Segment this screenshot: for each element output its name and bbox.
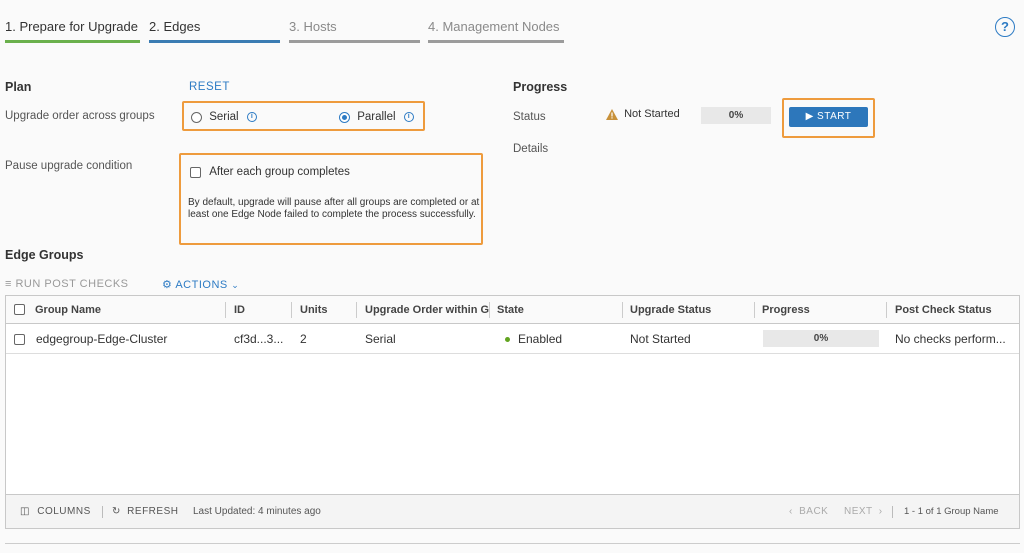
pause-condition-label: Pause upgrade condition — [5, 160, 133, 172]
actions-label: ACTIONS — [175, 279, 228, 291]
group-id: cf3d...3... — [234, 332, 284, 346]
info-icon[interactable]: i — [403, 112, 414, 122]
column-header-group-name[interactable]: Group Name — [27, 296, 222, 324]
enabled-status-dot — [505, 337, 510, 343]
column-header-units[interactable]: Units — [292, 296, 354, 324]
next-button[interactable]: NEXT › — [844, 495, 883, 529]
actions-menu[interactable]: ⚙ ACTIONS ⌄ — [162, 278, 239, 291]
column-header-post-check-status[interactable]: Post Check Status — [887, 296, 1017, 324]
chevron-right-icon: › — [878, 506, 883, 517]
columns-toggle-button[interactable]: ◫ COLUMNS — [20, 495, 91, 529]
help-icon[interactable]: ? — [995, 17, 1015, 37]
step-progress-bar — [149, 40, 280, 43]
step-hosts[interactable]: 3. Hosts — [289, 19, 420, 43]
bottom-divider — [5, 543, 1020, 544]
group-name-link[interactable]: edgegroup-Edge-Cluster — [28, 324, 223, 354]
parallel-radio[interactable] — [339, 111, 350, 123]
state-text: Enabled — [518, 332, 563, 346]
run-post-checks-label: RUN POST CHECKS — [15, 278, 129, 290]
overall-progress-bar: 0% — [701, 107, 771, 124]
next-label: NEXT — [844, 506, 873, 517]
edge-groups-table: Group Name ID Units Upgrade Order within… — [5, 295, 1020, 529]
chevron-down-icon: ⌄ — [231, 280, 240, 290]
step-progress-bar — [428, 40, 564, 43]
group-upgrade-status: Not Started — [630, 332, 691, 346]
pause-condition-box: After each group completes By default, u… — [179, 153, 483, 245]
status-label: Status — [513, 111, 546, 123]
step-management-nodes[interactable]: 4. Management Nodes — [428, 19, 564, 43]
info-icon[interactable]: i — [246, 112, 257, 122]
serial-label: Serial — [209, 111, 239, 123]
serial-radio[interactable] — [191, 111, 202, 123]
gear-icon: ⚙ — [162, 279, 173, 291]
column-header-state[interactable]: State — [489, 296, 621, 324]
start-button-highlight: ▶ START — [782, 98, 875, 138]
refresh-button[interactable]: ↻ REFRESH — [112, 495, 178, 529]
step-progress-bar — [289, 40, 420, 43]
progress-title: Progress — [513, 80, 568, 94]
column-header-upgrade-status[interactable]: Upgrade Status — [622, 296, 754, 324]
step-progress-bar — [5, 40, 140, 43]
column-header-progress[interactable]: Progress — [754, 296, 886, 324]
pause-after-group-option[interactable]: After each group completes — [190, 166, 350, 178]
table-footer: ◫ COLUMNS ↻ REFRESH Last Updated: 4 minu… — [6, 494, 1019, 528]
table-header: Group Name ID Units Upgrade Order within… — [6, 296, 1019, 324]
group-units: 2 — [300, 332, 307, 346]
start-button[interactable]: ▶ START — [789, 107, 868, 127]
group-progress-bar: 0% — [763, 330, 879, 347]
columns-icon: ◫ — [20, 506, 30, 517]
warning-icon — [606, 108, 618, 120]
select-all-checkbox[interactable] — [14, 304, 25, 315]
list-check-icon: ≡ — [5, 278, 12, 290]
table-row[interactable]: edgegroup-Edge-Cluster cf3d...3... 2 Ser… — [6, 324, 1019, 354]
edge-groups-title: Edge Groups — [5, 248, 84, 262]
refresh-icon: ↻ — [112, 506, 121, 517]
parallel-option[interactable]: Parallel i — [339, 111, 414, 123]
reset-link[interactable]: RESET — [189, 81, 230, 93]
step-label: 2. Edges — [149, 19, 201, 34]
pause-default-note: By default, upgrade will pause after all… — [188, 197, 480, 220]
plan-title: Plan — [5, 80, 32, 94]
group-upgrade-order: Serial — [365, 332, 396, 346]
pause-after-group-checkbox[interactable] — [190, 166, 201, 178]
step-prepare-for-upgrade[interactable]: 1. Prepare for Upgrade — [5, 19, 140, 43]
last-updated-text: Last Updated: 4 minutes ago — [193, 506, 321, 517]
status-value: Not Started — [606, 108, 680, 120]
column-header-upgrade-order[interactable]: Upgrade Order within G — [357, 296, 489, 324]
status-text: Not Started — [624, 108, 680, 121]
column-header-id[interactable]: ID — [226, 296, 290, 324]
step-label: 3. Hosts — [289, 19, 337, 34]
refresh-label: REFRESH — [127, 506, 179, 517]
upgrade-order-label: Upgrade order across groups — [5, 110, 155, 122]
upgrade-order-options: Serial i Parallel i — [182, 101, 425, 131]
run-post-checks-button[interactable]: ≡ RUN POST CHECKS — [5, 278, 129, 290]
details-label: Details — [513, 143, 549, 155]
chevron-left-icon: ‹ — [789, 506, 793, 517]
group-state: Enabled — [489, 324, 621, 354]
row-checkbox[interactable] — [14, 334, 25, 345]
pagination-count: 1 - 1 of 1 Group Name — [904, 506, 999, 517]
step-edges[interactable]: 2. Edges — [149, 19, 280, 43]
group-post-check-status: No checks perform... — [895, 332, 1006, 346]
serial-option[interactable]: Serial i — [191, 111, 257, 123]
back-button[interactable]: ‹ BACK — [789, 495, 828, 529]
step-label: 4. Management Nodes — [428, 19, 560, 34]
step-label: 1. Prepare for Upgrade — [5, 19, 138, 34]
columns-label: COLUMNS — [37, 506, 91, 517]
parallel-label: Parallel — [357, 111, 396, 123]
back-label: BACK — [799, 506, 829, 517]
pause-after-group-label: After each group completes — [209, 166, 350, 178]
